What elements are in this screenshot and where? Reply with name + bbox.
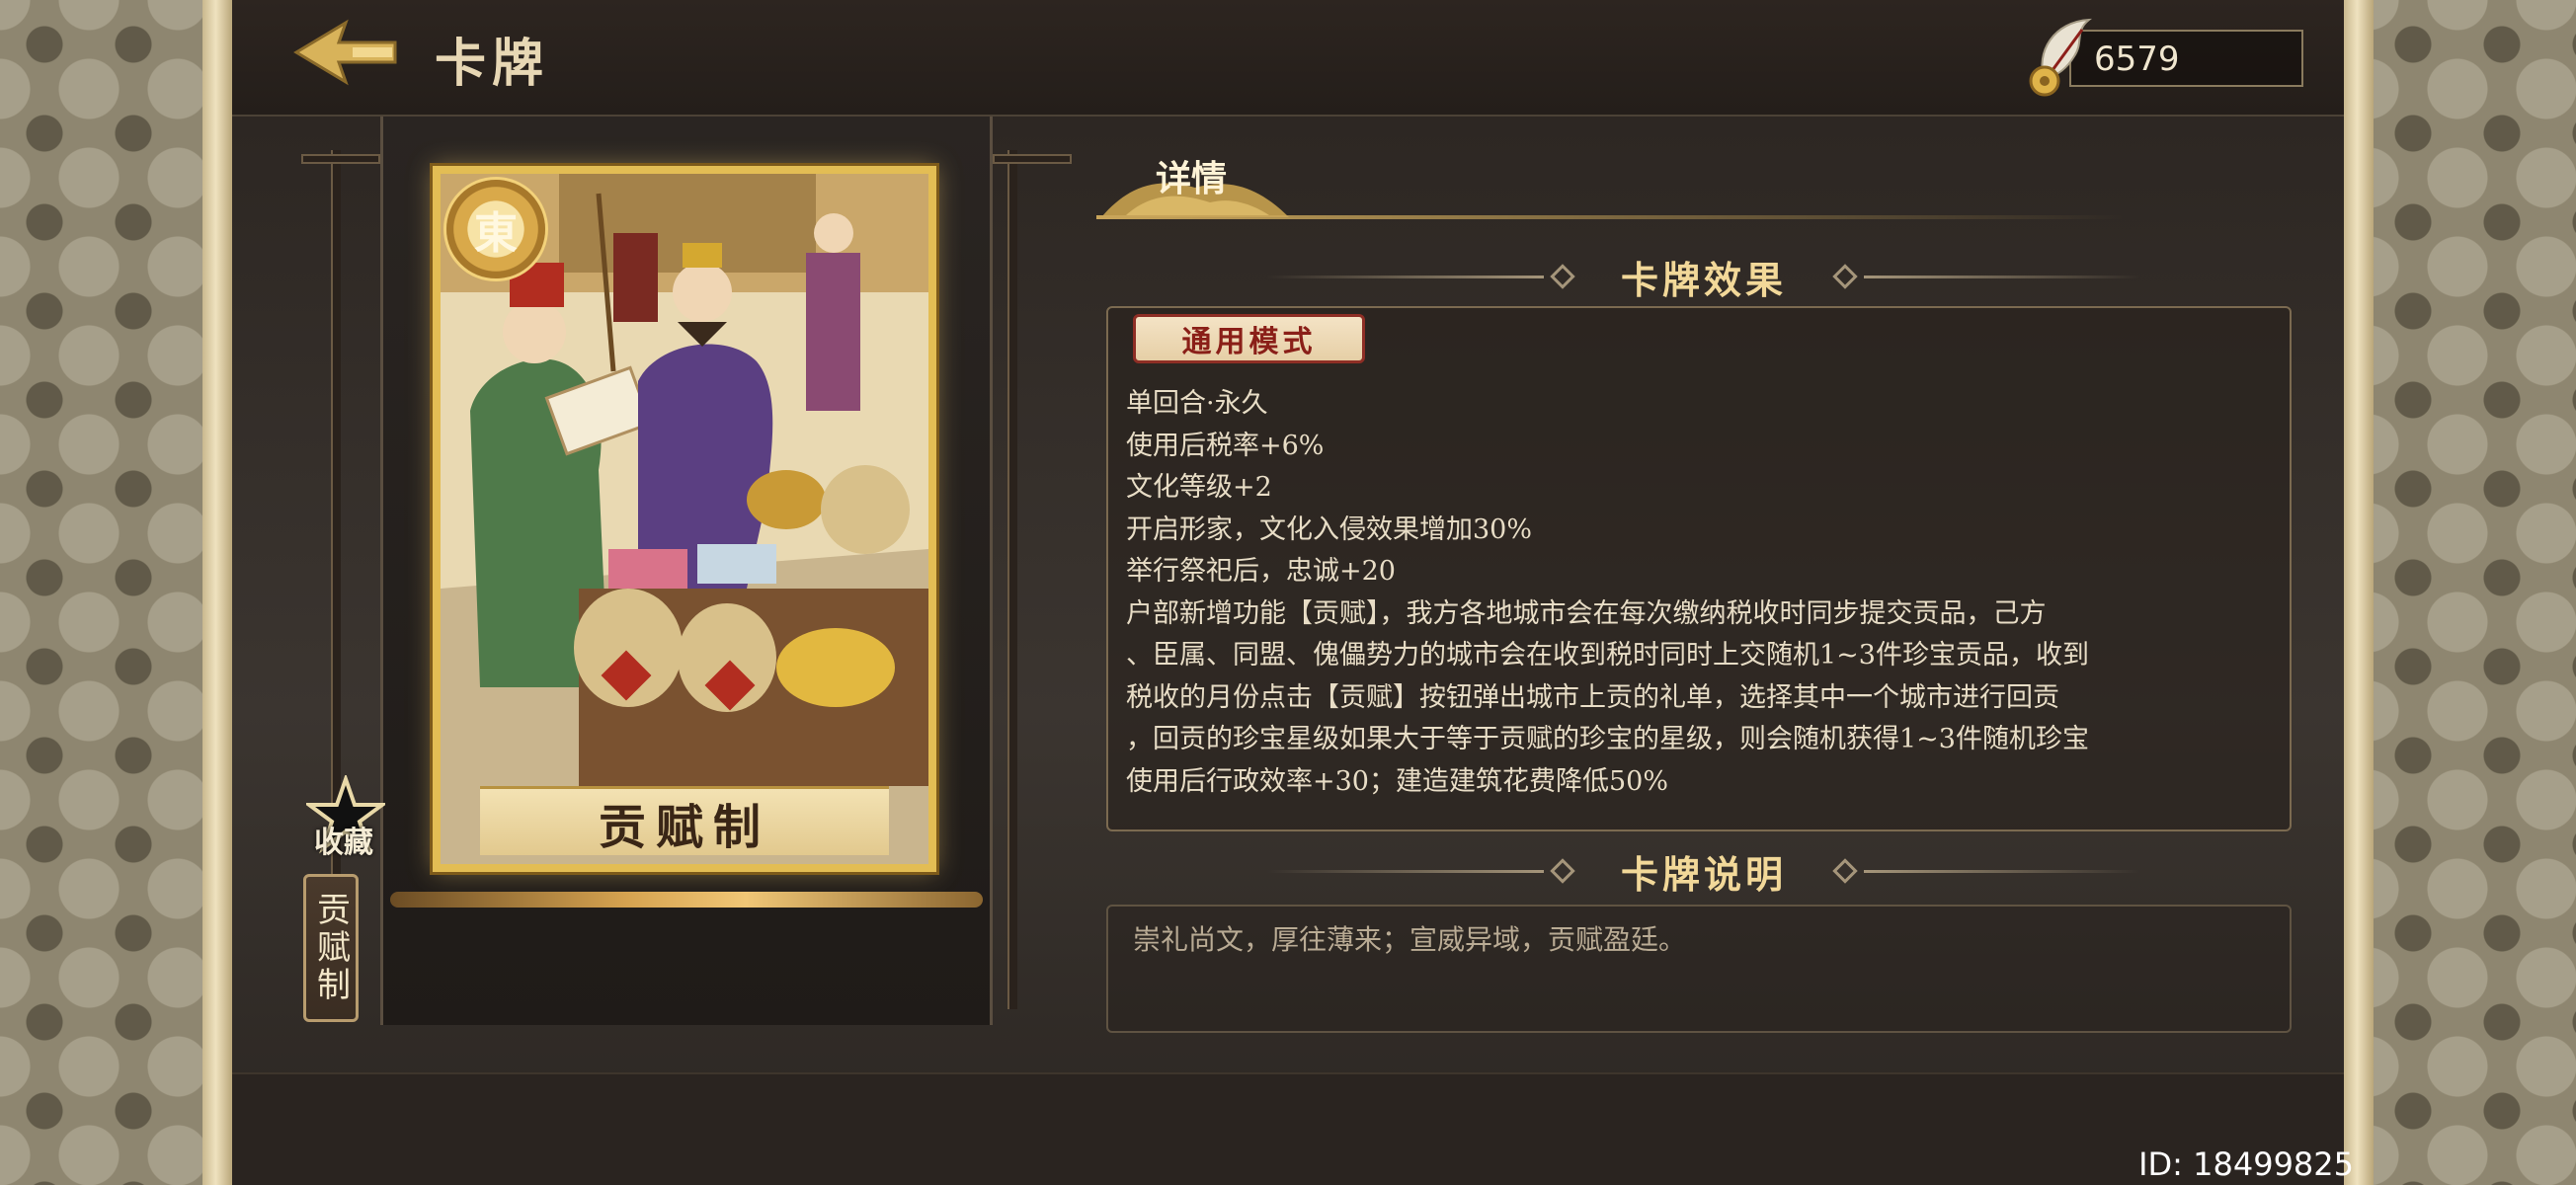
bottom-strip xyxy=(232,1072,2344,1185)
effect-text: 单回合·永久 使用后税率+6% 文化等级+2 开启形家，文化入侵效果增加30% … xyxy=(1126,383,2282,803)
left-ornament-panel xyxy=(0,0,207,1185)
right-pillar xyxy=(1007,150,1017,1009)
diamond-ornament xyxy=(1832,858,1858,884)
divider-line xyxy=(1266,275,1544,278)
card-faction-badge: 東 xyxy=(446,180,545,278)
page-title: 卡牌 xyxy=(435,34,550,94)
top-bar: 卡牌 6579 xyxy=(232,0,2344,117)
right-pillar-cap xyxy=(993,154,1072,164)
diamond-ornament xyxy=(1832,264,1858,289)
currency-value: 6579 xyxy=(2094,40,2180,79)
description-section-title: 卡牌说明 xyxy=(1620,851,1787,897)
favorite-label[interactable]: 收藏 xyxy=(299,818,388,861)
left-frame xyxy=(202,0,232,1185)
effect-line: 开启形家，文化入侵效果增加30% xyxy=(1126,514,1533,545)
mode-tag-text: 通用模式 xyxy=(1181,325,1317,359)
card-illustration xyxy=(441,174,928,864)
effect-line: 使用后行政效率+30；建造建筑花费降低50% xyxy=(1126,765,1668,797)
card-name-tag[interactable]: 贡赋制 xyxy=(303,874,359,1022)
effect-line: 使用后税率+6% xyxy=(1126,430,1325,461)
effect-line: 户部新增功能【贡赋】，我方各地城市会在每次缴纳税收时同步提交贡品，己方 xyxy=(1126,597,2047,629)
diamond-ornament xyxy=(1550,264,1575,289)
back-button[interactable] xyxy=(291,18,400,87)
tab-underline xyxy=(1096,215,2124,219)
effect-line: 、臣属、同盟、傀儡势力的城市会在收到税时同时上交随机1~3件珍宝贡品，收到 xyxy=(1126,640,2089,671)
effect-section-header: 卡牌效果 xyxy=(1210,247,2198,306)
effect-line: 文化等级+2 xyxy=(1126,472,1272,503)
effect-line: 税收的月份点击【贡赋】按钮弹出城市上贡的礼单，选择其中一个城市进行回贡 xyxy=(1126,681,2059,713)
mode-tag: 通用模式 xyxy=(1133,314,1365,363)
main-area: 卡牌 6579 東 贡赋制 收藏 贡赋制 详情 卡牌效果 通用模式 单回合·永久… xyxy=(232,0,2344,1185)
back-arrow-icon xyxy=(293,19,397,86)
divider-line xyxy=(1864,275,2140,278)
card-progress-bar xyxy=(390,892,983,908)
effect-line: 单回合·永久 xyxy=(1126,388,1268,419)
description-text: 崇礼尚文，厚往薄来；宣威异域，贡赋盈廷。 xyxy=(1133,923,1687,956)
card[interactable]: 東 贡赋制 xyxy=(433,166,936,872)
diamond-ornament xyxy=(1550,858,1575,884)
effect-section-title: 卡牌效果 xyxy=(1620,257,1787,302)
divider-line xyxy=(1864,869,2140,873)
feather-coin-icon xyxy=(2029,18,2093,97)
card-name: 贡赋制 xyxy=(598,799,770,855)
card-name-plate: 贡赋制 xyxy=(480,786,889,855)
right-ornament-panel xyxy=(2369,0,2576,1185)
description-section-header: 卡牌说明 xyxy=(1210,841,2198,901)
effect-line: 举行祭祀后，忠诚+20 xyxy=(1126,556,1396,587)
player-id-label: ID: 18499825 xyxy=(2138,1146,2354,1183)
effect-line: ，回贡的珍宝星级如果大于等于贡赋的珍宝的星级，则会随机获得1~3件随机珍宝 xyxy=(1126,724,2089,754)
tab-details[interactable]: 详情 xyxy=(1156,150,1227,201)
card-name-tag-text: 贡赋制 xyxy=(310,892,351,1004)
divider-line xyxy=(1266,869,1544,873)
right-frame xyxy=(2344,0,2374,1185)
left-pillar-cap xyxy=(301,154,380,164)
